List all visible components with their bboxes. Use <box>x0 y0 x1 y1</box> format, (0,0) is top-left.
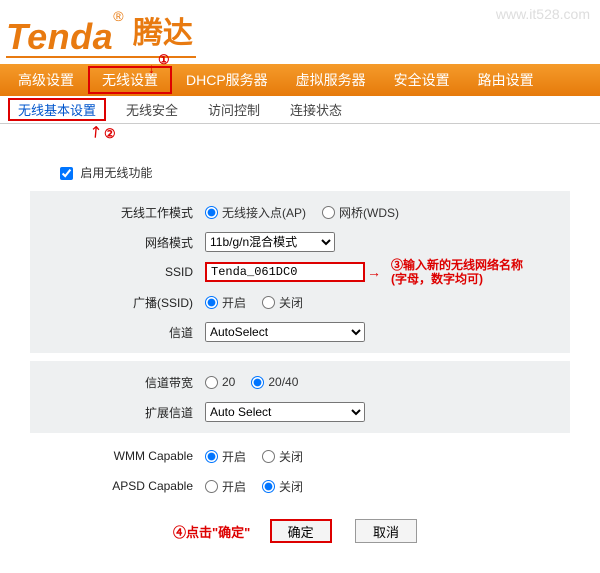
watermark: www.it528.com <box>496 6 590 22</box>
enable-wireless-text: 启用无线功能 <box>80 166 152 180</box>
radio-ap-label[interactable]: 无线接入点(AP) <box>205 204 306 221</box>
radio-bc-off[interactable] <box>262 296 275 309</box>
radio-wmm-off[interactable] <box>262 450 275 463</box>
radio-wds-text: 网桥(WDS) <box>339 204 399 221</box>
row-wmm: WMM Capable 开启 关闭 <box>30 441 570 471</box>
radio-apsd-off-label[interactable]: 关闭 <box>262 478 303 495</box>
label-broadcast: 广播(SSID) <box>30 294 205 311</box>
annotation-3-line1: ③输入新的无线网络名称 <box>391 258 523 272</box>
select-net-mode[interactable]: 11b/g/n混合模式 <box>205 232 335 252</box>
nav-advanced[interactable]: 高级设置 <box>4 66 88 94</box>
annotation-3-line2: (字母，数字均可) <box>391 272 483 286</box>
row-net-mode: 网络模式 11b/g/n混合模式 <box>30 227 570 257</box>
content: 启用无线功能 无线工作模式 无线接入点(AP) 网桥(WDS) 网络模式 11b… <box>0 124 600 573</box>
radio-bw2040-label[interactable]: 20/40 <box>251 375 298 389</box>
label-channel: 信道 <box>30 324 205 341</box>
label-ext-channel: 扩展信道 <box>30 404 205 421</box>
logo-en: Tenda <box>6 16 113 58</box>
sub-status[interactable]: 连接状态 <box>280 98 352 121</box>
cancel-button[interactable]: 取消 <box>355 519 417 543</box>
radio-wmm-on-label[interactable]: 开启 <box>205 448 246 465</box>
select-channel[interactable]: AutoSelect <box>205 322 365 342</box>
label-wmm: WMM Capable <box>30 449 205 463</box>
annotation-4: ④点击"确定" <box>173 522 250 541</box>
radio-ap-text: 无线接入点(AP) <box>222 204 306 221</box>
radio-apsd-on-text: 开启 <box>222 478 246 495</box>
logo-reg: ® <box>113 8 123 24</box>
radio-bc-off-text: 关闭 <box>279 294 303 311</box>
row-ext-channel: 扩展信道 Auto Select <box>30 397 570 427</box>
main-nav: 高级设置 无线设置 DHCP服务器 虚拟服务器 安全设置 路由设置 <box>0 64 600 96</box>
annotation-1: ① <box>158 52 170 68</box>
label-net-mode: 网络模式 <box>30 234 205 251</box>
label-bandwidth: 信道带宽 <box>30 374 205 391</box>
label-ssid: SSID <box>30 265 205 279</box>
logo-cn: 腾达 <box>133 8 193 52</box>
nav-wireless[interactable]: 无线设置 <box>88 66 172 94</box>
row-ssid: SSID → ③输入新的无线网络名称 (字母，数字均可) <box>30 257 570 287</box>
radio-bc-on-label[interactable]: 开启 <box>205 294 246 311</box>
sub-security[interactable]: 无线安全 <box>116 98 188 121</box>
group-main: 无线工作模式 无线接入点(AP) 网桥(WDS) 网络模式 11b/g/n混合模… <box>30 191 570 353</box>
row-work-mode: 无线工作模式 无线接入点(AP) 网桥(WDS) <box>30 197 570 227</box>
sub-nav: 无线基本设置 无线安全 访问控制 连接状态 ↗ ② <box>0 96 600 124</box>
select-ext-channel[interactable]: Auto Select <box>205 402 365 422</box>
arrow-right-icon: → <box>367 264 381 280</box>
radio-wds-label[interactable]: 网桥(WDS) <box>322 204 399 221</box>
arrow-down-icon: ↓ <box>148 60 155 76</box>
enable-wireless-row: 启用无线功能 <box>30 164 570 181</box>
row-broadcast: 广播(SSID) 开启 关闭 <box>30 287 570 317</box>
enable-wireless-label[interactable]: 启用无线功能 <box>60 166 152 180</box>
row-channel: 信道 AutoSelect <box>30 317 570 347</box>
footer: ④点击"确定" 确定 取消 <box>30 509 570 553</box>
radio-bc-on[interactable] <box>205 296 218 309</box>
radio-wmm-off-text: 关闭 <box>279 448 303 465</box>
nav-dhcp[interactable]: DHCP服务器 <box>172 66 282 94</box>
radio-bw2040-text: 20/40 <box>268 375 298 389</box>
radio-bc-off-label[interactable]: 关闭 <box>262 294 303 311</box>
radio-apsd-off-text: 关闭 <box>279 478 303 495</box>
ok-button[interactable]: 确定 <box>270 519 332 543</box>
group-wmm: WMM Capable 开启 关闭 APSD Capable 开启 关闭 <box>30 441 570 501</box>
radio-wmm-off-label[interactable]: 关闭 <box>262 448 303 465</box>
sub-access[interactable]: 访问控制 <box>198 98 270 121</box>
annotation-2: ② <box>104 126 116 142</box>
radio-apsd-off[interactable] <box>262 480 275 493</box>
radio-bw2040[interactable] <box>251 376 264 389</box>
row-apsd: APSD Capable 开启 关闭 <box>30 471 570 501</box>
radio-bc-on-text: 开启 <box>222 294 246 311</box>
nav-security[interactable]: 安全设置 <box>380 66 464 94</box>
group-bandwidth: 信道带宽 20 20/40 扩展信道 Auto Select <box>30 361 570 433</box>
radio-wmm-on[interactable] <box>205 450 218 463</box>
radio-bw20-label[interactable]: 20 <box>205 375 235 389</box>
radio-bw20[interactable] <box>205 376 218 389</box>
label-apsd: APSD Capable <box>30 479 205 493</box>
radio-wmm-on-text: 开启 <box>222 448 246 465</box>
input-ssid[interactable] <box>205 262 365 282</box>
label-work-mode: 无线工作模式 <box>30 204 205 221</box>
annotation-3: ③输入新的无线网络名称 (字母，数字均可) <box>391 258 523 287</box>
radio-apsd-on-label[interactable]: 开启 <box>205 478 246 495</box>
radio-apsd-on[interactable] <box>205 480 218 493</box>
radio-ap[interactable] <box>205 206 218 219</box>
radio-wds[interactable] <box>322 206 335 219</box>
enable-wireless-checkbox[interactable] <box>60 167 73 180</box>
sub-basic[interactable]: 无线基本设置 <box>8 98 106 121</box>
radio-bw20-text: 20 <box>222 375 235 389</box>
nav-routing[interactable]: 路由设置 <box>464 66 548 94</box>
row-bandwidth: 信道带宽 20 20/40 <box>30 367 570 397</box>
nav-vserver[interactable]: 虚拟服务器 <box>282 66 380 94</box>
